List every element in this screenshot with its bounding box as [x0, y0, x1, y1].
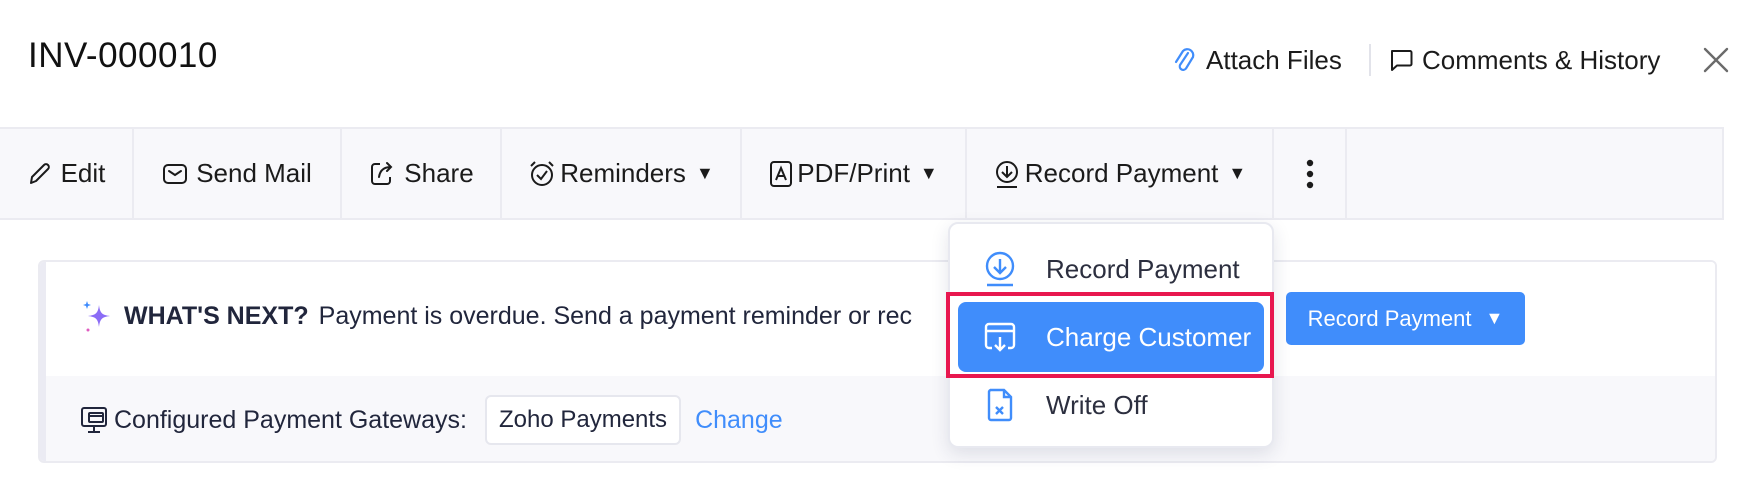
edit-label: Edit [60, 158, 106, 188]
whats-next-heading: WHAT'S NEXT? [124, 301, 309, 330]
download-circle-icon [993, 159, 1021, 189]
alarm-clock-icon [528, 160, 556, 188]
invoice-title: INV-000010 [28, 36, 218, 75]
record-payment-menu: Record Payment Charge Customer Write Off [948, 222, 1274, 448]
monitor-card-icon [80, 405, 108, 435]
menu-item-charge-customer[interactable]: Charge Customer [958, 302, 1264, 372]
caret-down-icon: ▼ [1228, 163, 1247, 183]
header-divider [1369, 44, 1371, 76]
comments-history-label: Comments & History [1422, 44, 1661, 75]
record-payment-dropdown[interactable]: Record Payment ▼ [967, 129, 1274, 218]
pdf-print-dropdown[interactable]: PDF/Print ▼ [742, 129, 967, 218]
pencil-icon [27, 161, 53, 187]
close-icon[interactable] [1700, 44, 1732, 76]
caret-down-icon: ▼ [695, 163, 714, 183]
record-payment-label: Record Payment [1024, 158, 1219, 188]
record-payment-button-label: Record Payment [1307, 305, 1472, 331]
card-download-icon [978, 320, 1022, 354]
attach-files-button[interactable]: Attach Files [1172, 40, 1342, 80]
caret-down-icon: ▼ [919, 163, 938, 183]
comment-icon [1388, 47, 1414, 73]
more-options-button[interactable] [1274, 129, 1347, 218]
menu-item-label: Write Off [1046, 389, 1148, 420]
record-payment-button[interactable]: Record Payment ▼ [1286, 292, 1525, 345]
share-label: Share [404, 158, 474, 188]
reminders-label: Reminders [560, 158, 686, 188]
share-button[interactable]: Share [342, 129, 502, 218]
attach-files-label: Attach Files [1206, 44, 1342, 75]
whats-next-message: Payment is overdue. Send a payment remin… [318, 301, 912, 330]
menu-item-write-off[interactable]: Write Off [958, 370, 1264, 440]
paperclip-icon [1172, 45, 1196, 75]
comments-history-button[interactable]: Comments & History [1388, 40, 1660, 80]
payment-gateways-row: Configured Payment Gateways: Zoho Paymen… [46, 376, 1715, 461]
download-circle-icon [978, 251, 1022, 287]
edit-button[interactable]: Edit [0, 129, 134, 218]
mail-icon [162, 162, 188, 186]
file-x-icon [978, 388, 1022, 422]
more-vertical-icon [1306, 159, 1314, 189]
pdf-print-label: PDF/Print [797, 158, 910, 188]
pdf-icon [769, 160, 793, 188]
menu-item-record-payment[interactable]: Record Payment [958, 234, 1264, 304]
whats-next-card: WHAT'S NEXT? Payment is overdue. Send a … [38, 260, 1717, 463]
menu-item-label: Charge Customer [1046, 321, 1252, 352]
send-mail-label: Send Mail [196, 158, 312, 188]
share-icon [368, 160, 396, 188]
gateway-badge: Zoho Payments [484, 395, 682, 445]
invoice-toolbar: Edit Send Mail Share Reminders ▼ PDF/Pri… [0, 127, 1724, 220]
menu-item-label: Record Payment [1046, 253, 1240, 284]
reminders-dropdown[interactable]: Reminders ▼ [502, 129, 742, 218]
gateways-label: Configured Payment Gateways: [114, 405, 467, 434]
send-mail-button[interactable]: Send Mail [134, 129, 342, 218]
sparkle-icon [82, 299, 112, 333]
caret-down-icon: ▼ [1485, 308, 1504, 328]
change-gateway-link[interactable]: Change [695, 406, 783, 435]
